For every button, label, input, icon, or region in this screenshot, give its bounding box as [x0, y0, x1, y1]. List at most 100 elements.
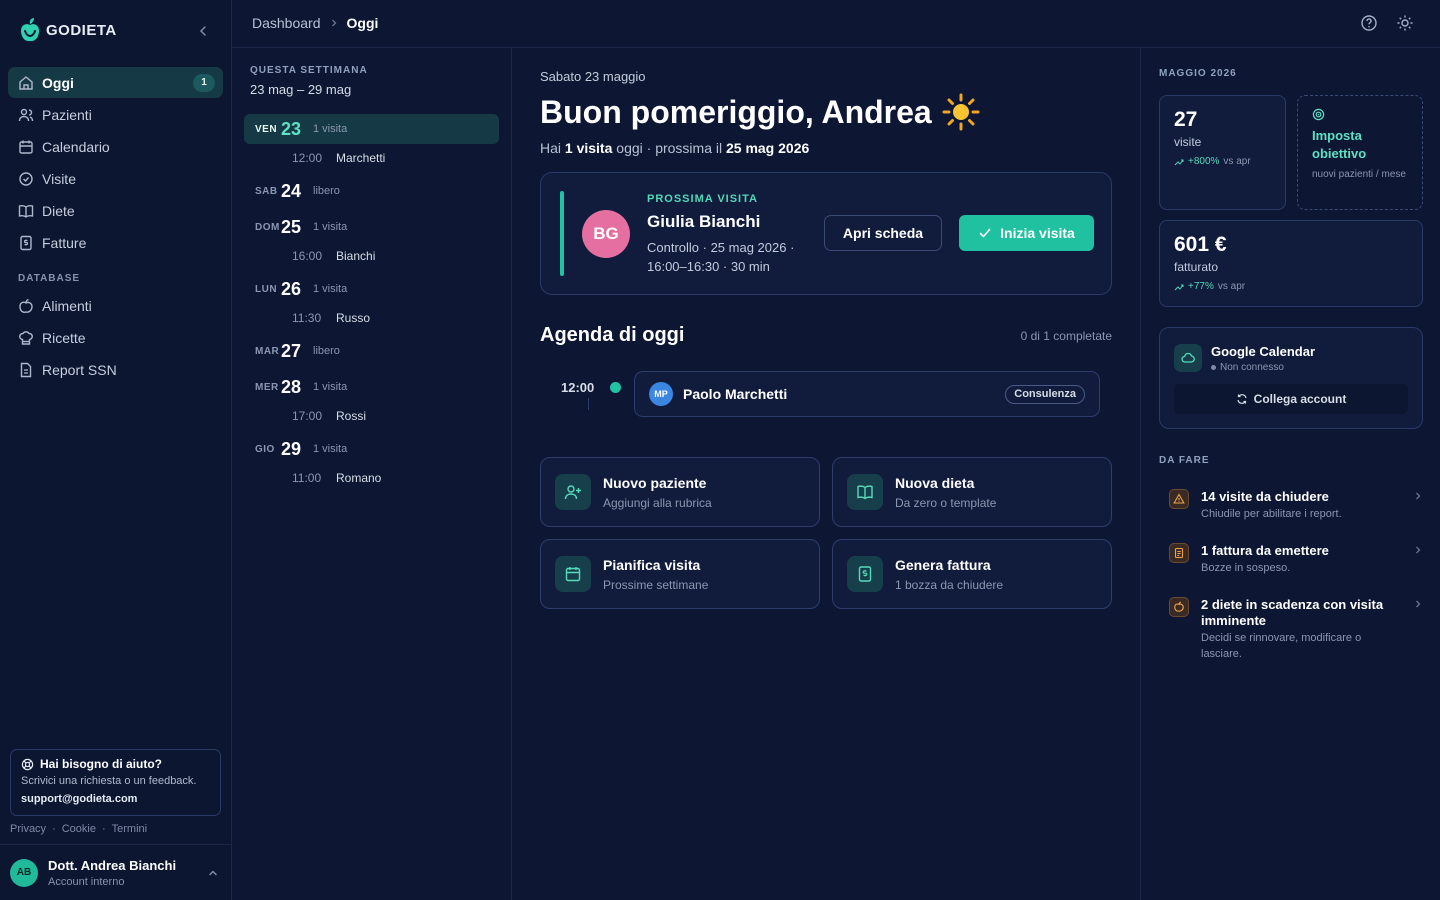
avatar: MP — [649, 382, 673, 406]
stat-trend: +77% vs apr — [1174, 281, 1408, 292]
warning-icon — [1169, 489, 1189, 509]
visit-type-badge: Consulenza — [1005, 384, 1085, 404]
day-appointment[interactable]: 12:00 Marchetti — [244, 144, 499, 172]
day-row[interactable]: DOM 25 1 visita — [244, 212, 499, 242]
day-appointment[interactable]: 11:30 Russo — [244, 304, 499, 332]
accent-bar — [560, 191, 564, 276]
start-visit-button[interactable]: Inizia visita — [959, 215, 1094, 251]
open-record-button[interactable]: Apri scheda — [824, 215, 942, 251]
check-icon — [979, 228, 991, 238]
app-root: GODIETA Oggi 1 Pazienti Calendario Visit… — [0, 0, 1440, 900]
day-appointment[interactable]: 11:00 Romano — [244, 464, 499, 492]
chevron-right-icon — [1413, 543, 1423, 576]
sidebar-item-pazienti[interactable]: Pazienti — [8, 99, 223, 130]
day-row[interactable]: MER 28 1 visita — [244, 372, 499, 402]
summary-prefix: Hai — [540, 140, 565, 156]
sidebar-item-report-ssn[interactable]: Report SSN — [8, 354, 223, 385]
breadcrumb-dashboard[interactable]: Dashboard — [252, 15, 321, 31]
todo-text: 2 diete in scadenza con visita imminente… — [1201, 597, 1401, 662]
summary-date: 25 mag 2026 — [725, 140, 810, 156]
appointment-time: 11:30 — [292, 311, 322, 325]
sidebar-item-visite[interactable]: Visite — [8, 163, 223, 194]
set-goal-card[interactable]: Imposta obiettivo nuovi pazienti / mese — [1297, 95, 1423, 210]
todo-item[interactable]: 2 diete in scadenza con visita imminente… — [1169, 597, 1423, 662]
cookie-link[interactable]: Cookie — [62, 823, 96, 835]
count-badge: 1 — [193, 73, 215, 92]
chevron-left-icon — [199, 26, 206, 36]
agenda-item[interactable]: MP Paolo Marchetti Consulenza — [634, 371, 1100, 417]
todo-item[interactable]: 1 fattura da emettere Bozze in sospeso. — [1169, 543, 1423, 576]
day-of-week: LUN — [255, 283, 278, 295]
day-number: 29 — [281, 438, 302, 459]
avatar: BG — [582, 210, 630, 258]
sidebar-item-fatture[interactable]: Fatture — [8, 227, 223, 258]
document-icon — [18, 362, 34, 378]
day-row[interactable]: GIO 29 1 visita — [244, 434, 499, 464]
help-icon[interactable] — [1360, 14, 1378, 32]
action-text: Genera fattura 1 bozza da chiudere — [895, 557, 1003, 592]
sidebar-item-calendario[interactable]: Calendario — [8, 131, 223, 162]
breadcrumb-current: Oggi — [346, 15, 379, 31]
user-info: Dott. Andrea Bianchi Account interno — [48, 858, 176, 888]
patient-name: Paolo Marchetti — [683, 386, 788, 402]
trend-compare: vs apr — [1217, 281, 1246, 292]
day-of-week: MER — [255, 381, 279, 393]
legal-links: Privacy · Cookie · Termini — [10, 823, 147, 835]
sidebar-item-diete[interactable]: Diete — [8, 195, 223, 226]
action-title: Pianifica visita — [603, 556, 701, 573]
day-row[interactable]: LUN 26 1 visita — [244, 274, 499, 304]
connect-account-button[interactable]: Collega account — [1174, 384, 1408, 414]
status-text: Non connesso — [1220, 362, 1284, 373]
day-appointment[interactable]: 17:00 Rossi — [244, 402, 499, 430]
action-subtitle: Da zero o template — [895, 495, 997, 510]
greeting-text: Buon pomeriggio, Andrea — [540, 93, 932, 130]
appointment-name: Bianchi — [336, 249, 376, 263]
app-logo[interactable]: GODIETA — [18, 17, 117, 43]
sidebar-item-ricette[interactable]: Ricette — [8, 322, 223, 353]
check-circle-icon — [18, 171, 34, 187]
stat-trend: +800% vs apr — [1174, 156, 1271, 167]
help-box[interactable]: Hai bisogno di aiuto? Scrivici una richi… — [10, 749, 221, 816]
invoice-icon — [1169, 543, 1189, 563]
day-info: 1 visita — [313, 381, 348, 393]
schedule-visit-button[interactable]: Pianifica visita Prossime settimane — [540, 539, 820, 609]
trend-up-icon — [1174, 159, 1184, 165]
stat-label: fatturato — [1174, 260, 1219, 274]
day-row[interactable]: MAR 27 libero — [244, 336, 499, 366]
user-role: Account interno — [48, 875, 125, 888]
stat-label: visite — [1174, 135, 1202, 149]
privacy-link[interactable]: Privacy — [10, 823, 46, 835]
theme-sun-icon[interactable] — [1396, 14, 1414, 32]
sidebar-item-label: Fatture — [42, 234, 87, 251]
calendar-icon — [18, 139, 34, 155]
new-patient-button[interactable]: Nuovo paziente Aggiungi alla rubrica — [540, 457, 820, 527]
week-panel: QUESTA SETTIMANA 23 mag – 29 mag VEN 23 … — [232, 48, 512, 900]
collapse-sidebar-button[interactable] — [196, 24, 210, 38]
todo-label: DA FARE — [1159, 455, 1210, 466]
sidebar-item-oggi[interactable]: Oggi 1 — [8, 67, 223, 98]
day-row[interactable]: VEN 23 1 visita — [244, 114, 499, 144]
day-number: 23 — [281, 118, 302, 139]
new-diet-button[interactable]: Nuova dieta Da zero o template — [832, 457, 1112, 527]
generate-invoice-button[interactable]: Genera fattura 1 bozza da chiudere — [832, 539, 1112, 609]
food-icon — [1169, 597, 1189, 617]
appointment-time: 12:00 — [292, 151, 323, 165]
day-appointment[interactable]: 16:00 Bianchi — [244, 242, 499, 270]
next-visit-card: BG PROSSIMA VISITA Giulia Bianchi Contro… — [540, 172, 1112, 295]
day-of-week: MAR — [255, 345, 280, 357]
target-icon — [1312, 108, 1325, 121]
sidebar-item-label: Visite — [42, 170, 76, 187]
todo-item[interactable]: 14 visite da chiudere Chiudile per abili… — [1169, 489, 1423, 522]
page-title: Buon pomeriggio, Andrea — [540, 93, 980, 131]
user-menu[interactable]: AB Dott. Andrea Bianchi Account interno — [0, 844, 231, 900]
day-row[interactable]: SAB 24 libero — [244, 176, 499, 206]
start-visit-label: Inizia visita — [1000, 225, 1075, 241]
users-icon — [18, 107, 34, 123]
support-email-link[interactable]: support@godieta.com — [21, 793, 210, 805]
sidebar-item-alimenti[interactable]: Alimenti — [8, 290, 223, 321]
agenda-title: Agenda di oggi — [540, 324, 685, 346]
patient-name[interactable]: Giulia Bianchi — [647, 212, 760, 232]
sun-icon — [942, 93, 980, 131]
trend-value: +77% — [1188, 281, 1214, 292]
terms-link[interactable]: Termini — [112, 823, 147, 835]
